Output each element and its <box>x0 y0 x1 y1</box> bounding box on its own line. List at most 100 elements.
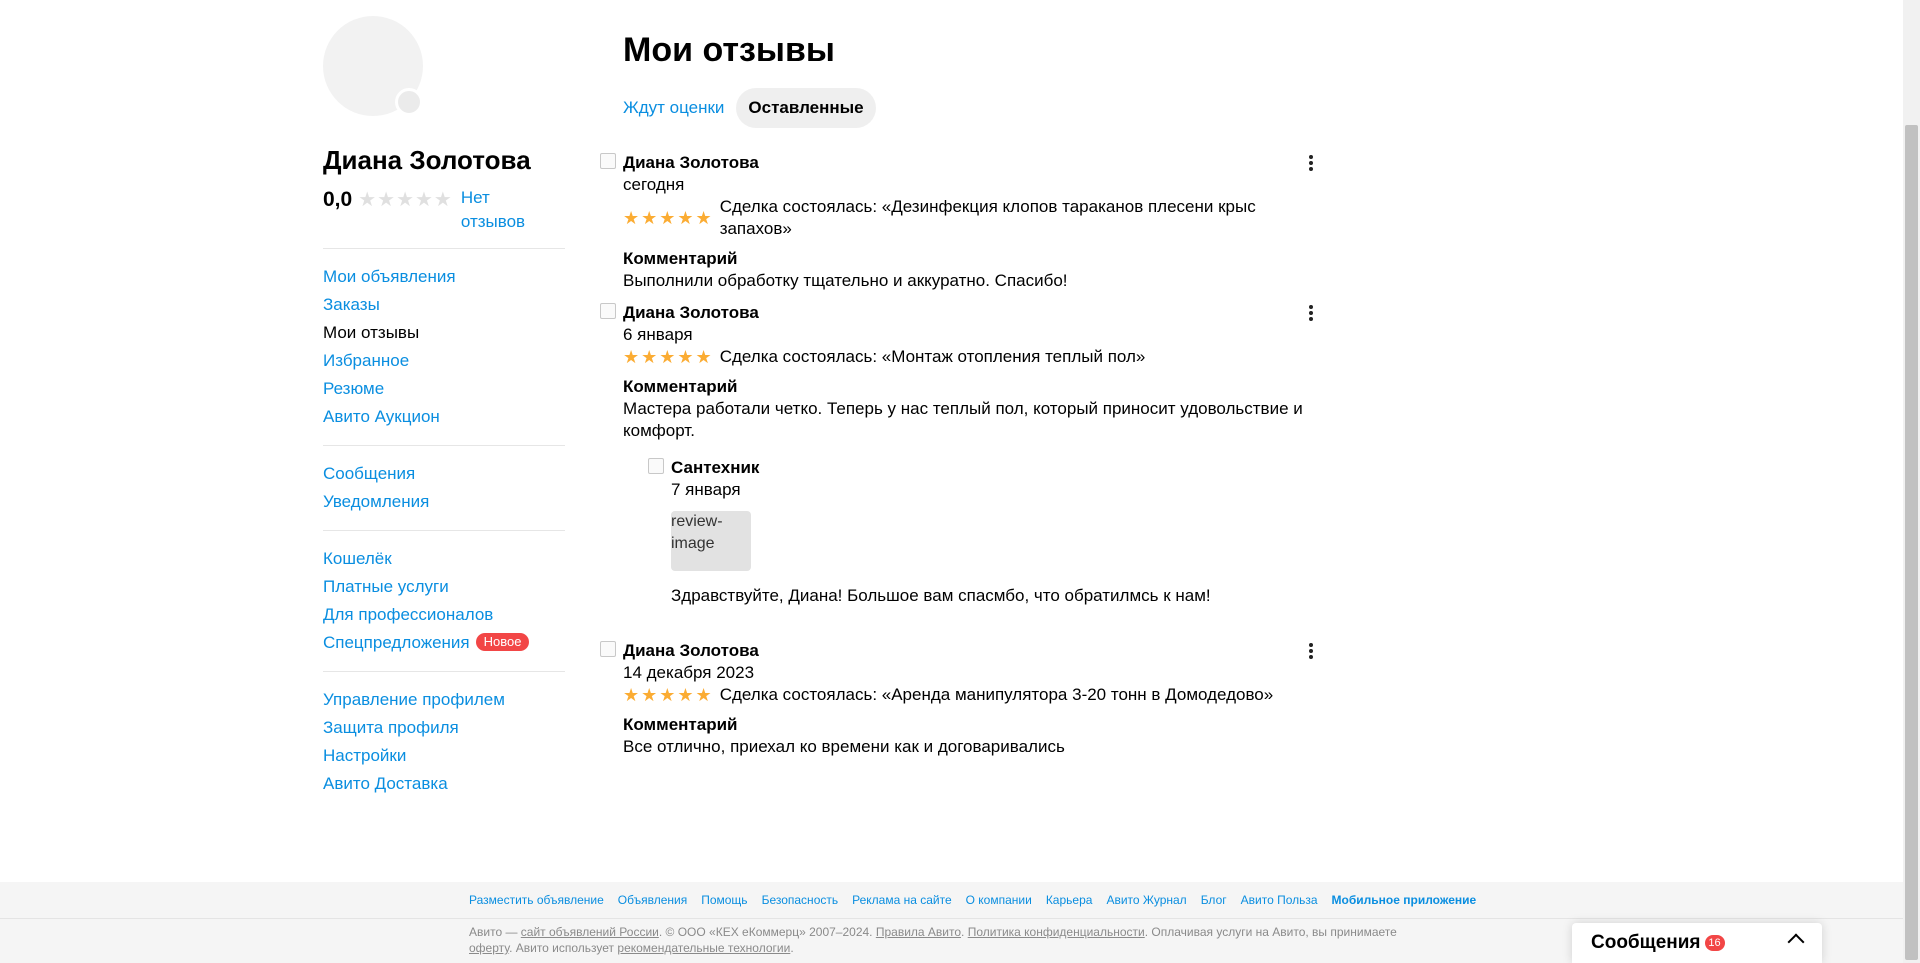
sidebar-item-my-reviews[interactable]: Мои отзывы <box>323 319 565 347</box>
review-author: Диана Золотова <box>623 153 759 172</box>
review-date: 6 января <box>623 325 693 344</box>
replier-avatar <box>648 458 664 474</box>
review-author: Диана Золотова <box>623 641 759 660</box>
review-deal: ★★★★★ Сделка состоялась: «Аренда манипул… <box>623 684 1323 706</box>
rating-stars-icon: ★★★★★ <box>358 189 453 211</box>
sidebar-group-communication: Сообщения Уведомления <box>323 460 565 516</box>
footer-link-rules[interactable]: Правила Авито <box>876 925 961 939</box>
sidebar-item-paid-services[interactable]: Платные услуги <box>323 573 565 601</box>
review-deal-text: Сделка состоялась: «Монтаж отопления теп… <box>719 347 1146 366</box>
profile-name: Диана Золотова <box>323 145 531 175</box>
review-card: Диана Золотова сегодня ★★★★★ Сделка сост… <box>600 152 1323 292</box>
footer-link-career[interactable]: Карьера <box>1046 891 1093 909</box>
footer-link-offer[interactable]: оферту <box>469 941 509 955</box>
review-deal-text: Сделка состоялась: «Аренда манипулятора … <box>719 685 1274 704</box>
sidebar-item-profile-management[interactable]: Управление профилем <box>323 686 565 714</box>
rating-stars-icon: ★★★★★ <box>623 685 714 705</box>
sidebar-group-main: Мои объявления Заказы Мои отзывы Избранн… <box>323 263 565 431</box>
review-tabs: Ждут оценки Оставленные <box>611 88 1323 128</box>
avatar-status-badge <box>395 88 423 116</box>
review-card: Диана Золотова 14 декабря 2023 ★★★★★ Сде… <box>600 640 1323 758</box>
seller-reply: Сантехник 7 января review-image Здравств… <box>648 457 1311 607</box>
sidebar-item-for-pros[interactable]: Для профессионалов <box>323 601 565 629</box>
sidebar-item-settings[interactable]: Настройки <box>323 742 565 770</box>
review-deal: ★★★★★ Сделка состоялась: «Монтаж отоплен… <box>623 346 1323 368</box>
messenger-widget[interactable]: Сообщения 16 <box>1572 923 1822 963</box>
footer-copyright: Авито — сайт объявлений России. © ООО «К… <box>469 924 1419 956</box>
reply-date: 7 января <box>671 480 741 499</box>
sidebar-divider <box>323 671 565 672</box>
review-card: Диана Золотова 6 января ★★★★★ Сделка сос… <box>600 302 1323 605</box>
profile-avatar[interactable] <box>323 16 423 116</box>
sidebar-item-delivery[interactable]: Авито Доставка <box>323 770 565 798</box>
footer-link-recommendations[interactable]: рекомендательные технологии <box>617 941 790 955</box>
footer-link-help[interactable]: Помощь <box>701 891 747 909</box>
footer-link-advertising[interactable]: Реклама на сайте <box>852 891 952 909</box>
footer-divider <box>0 918 1903 919</box>
more-menu-icon[interactable] <box>1303 304 1319 322</box>
copy-text: . Оплачивая услуги на Авито, вы принимае… <box>1144 925 1397 939</box>
sidebar-item-special-offers[interactable]: Спецпредложения Новое <box>323 629 565 657</box>
more-menu-icon[interactable] <box>1303 154 1319 172</box>
footer-link-classifieds[interactable]: сайт объявлений России <box>521 925 659 939</box>
footer-links: Разместить объявление Объявления Помощь … <box>469 891 1490 909</box>
tab-left[interactable]: Оставленные <box>736 88 876 128</box>
footer-link-security[interactable]: Безопасность <box>762 891 839 909</box>
copy-text: . Авито использует <box>509 941 618 955</box>
messenger-unread-count: 16 <box>1704 935 1725 951</box>
footer-link-journal[interactable]: Авито Журнал <box>1106 891 1186 909</box>
sidebar-item-auction[interactable]: Авито Аукцион <box>323 403 565 431</box>
reviews-main: Мои отзывы Ждут оценки Оставленные Диана… <box>600 28 1323 756</box>
page-scrollbar[interactable] <box>1903 0 1920 963</box>
sidebar-item-wallet[interactable]: Кошелёк <box>323 545 565 573</box>
sidebar-group-settings: Управление профилем Защита профиля Настр… <box>323 686 565 798</box>
sidebar-divider <box>323 445 565 446</box>
reviewer-avatar <box>600 641 616 657</box>
sidebar-item-label: Спецпредложения <box>323 633 470 652</box>
sidebar-item-profile-protection[interactable]: Защита профиля <box>323 714 565 742</box>
profile-rating: 0,0 ★★★★★ Нет отзывов <box>323 186 565 234</box>
copy-text: . <box>961 925 968 939</box>
review-comment: Мастера работали четко. Теперь у нас теп… <box>623 399 1303 440</box>
sidebar-item-resume[interactable]: Резюме <box>323 375 565 403</box>
footer-link-blog[interactable]: Блог <box>1201 891 1227 909</box>
no-reviews-link[interactable]: Нет отзывов <box>461 186 541 234</box>
sidebar-item-messages[interactable]: Сообщения <box>323 460 565 488</box>
footer-link-about[interactable]: О компании <box>966 891 1032 909</box>
review-comment-label: Комментарий <box>623 377 738 396</box>
more-menu-icon[interactable] <box>1303 642 1319 660</box>
messenger-label: Сообщения <box>1591 932 1701 953</box>
copy-text: Авито — <box>469 925 521 939</box>
review-comment: Выполнили обработку тщательно и аккуратн… <box>623 271 1068 290</box>
footer-link-ads[interactable]: Объявления <box>618 891 687 909</box>
review-image[interactable]: review-image <box>671 511 751 571</box>
sidebar-item-favorites[interactable]: Избранное <box>323 347 565 375</box>
review-deal: ★★★★★ Сделка состоялась: «Дезинфекция кл… <box>623 196 1323 240</box>
copy-text: . <box>790 941 794 955</box>
review-author: Диана Золотова <box>623 303 759 322</box>
footer-link-post-ad[interactable]: Разместить объявление <box>469 891 604 909</box>
sidebar-item-notifications[interactable]: Уведомления <box>323 488 565 516</box>
review-comment-label: Комментарий <box>623 249 738 268</box>
reviewer-avatar <box>600 303 616 319</box>
sidebar-group-finance: Кошелёк Платные услуги Для профессионало… <box>323 545 565 657</box>
chevron-up-icon[interactable] <box>1787 933 1805 951</box>
footer-link-mobile-app[interactable]: Мобильное приложение <box>1332 891 1477 909</box>
review-deal-text: Сделка состоялась: «Дезинфекция клопов т… <box>719 197 1256 238</box>
scrollbar-thumb[interactable] <box>1905 125 1918 960</box>
rating-score: 0,0 <box>323 188 353 211</box>
sidebar-item-orders[interactable]: Заказы <box>323 291 565 319</box>
footer-link-privacy[interactable]: Политика конфиденциальности <box>968 925 1145 939</box>
reply-author: Сантехник <box>671 458 760 477</box>
tab-awaiting-rating[interactable]: Ждут оценки <box>611 88 736 128</box>
review-date: сегодня <box>623 175 685 194</box>
page-title: Мои отзывы <box>623 31 835 69</box>
reply-text: Здравствуйте, Диана! Большое вам спасмбо… <box>671 586 1211 605</box>
footer-link-benefit[interactable]: Авито Польза <box>1241 891 1318 909</box>
new-badge: Новое <box>475 633 530 651</box>
rating-stars-icon: ★★★★★ <box>623 208 714 228</box>
sidebar-divider <box>323 530 565 531</box>
review-comment: Все отлично, приехал ко времени как и до… <box>623 737 1065 756</box>
review-comment-label: Комментарий <box>623 715 738 734</box>
sidebar-item-my-ads[interactable]: Мои объявления <box>323 263 565 291</box>
